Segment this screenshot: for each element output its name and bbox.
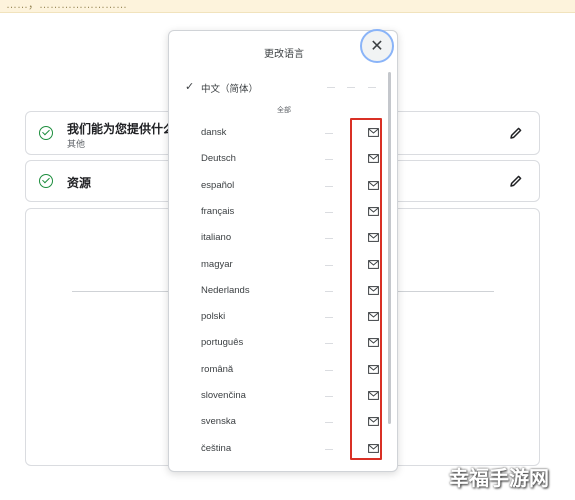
language-label: Deutsch	[201, 153, 236, 165]
section-label-all: 全部	[277, 107, 291, 114]
top-banner: ……，……………………	[0, 0, 575, 13]
dash	[325, 290, 333, 292]
dash	[325, 343, 333, 345]
language-label: română	[201, 363, 234, 375]
dash	[325, 185, 333, 187]
dash	[325, 238, 333, 240]
language-label: polski	[201, 311, 226, 323]
highlight-box	[350, 118, 382, 460]
dash	[325, 369, 333, 371]
top-banner-text: ……，……………………	[6, 0, 127, 11]
language-label: Nederlands	[201, 284, 250, 296]
language-option-current[interactable]: ✓ 中文（简体）	[169, 77, 397, 97]
language-label: 中文（简体）	[201, 84, 259, 95]
dash	[325, 422, 333, 424]
language-label: italiano	[201, 232, 232, 244]
dash	[325, 317, 333, 319]
language-label: magyar	[201, 258, 233, 270]
language-label: svenska	[201, 416, 236, 428]
dash	[347, 87, 355, 88]
dash	[325, 159, 333, 161]
checkmark-icon: ✓	[185, 81, 195, 93]
language-label: čeština	[201, 442, 232, 454]
close-icon: ✕	[370, 38, 384, 55]
dash	[325, 448, 333, 450]
resources-card-title: 资源	[67, 176, 92, 190]
dash	[325, 211, 333, 213]
check-circle-icon	[39, 126, 53, 140]
check-circle-icon	[39, 174, 53, 188]
close-button[interactable]: ✕	[360, 29, 394, 63]
pencil-icon[interactable]	[509, 174, 523, 188]
language-label: dansk	[201, 127, 227, 138]
dash	[325, 133, 333, 134]
language-label: español	[201, 179, 235, 191]
language-label: português	[201, 337, 244, 349]
language-label: slovenčina	[201, 390, 246, 401]
help-card-subtitle: 其他	[67, 139, 86, 149]
scrollbar[interactable]	[388, 72, 391, 424]
dash	[325, 396, 333, 397]
language-label: français	[201, 205, 235, 217]
dash	[368, 87, 376, 88]
pencil-icon[interactable]	[509, 126, 523, 140]
dash	[327, 87, 335, 88]
watermark: 幸福手游网	[449, 468, 549, 490]
dash	[325, 264, 333, 266]
